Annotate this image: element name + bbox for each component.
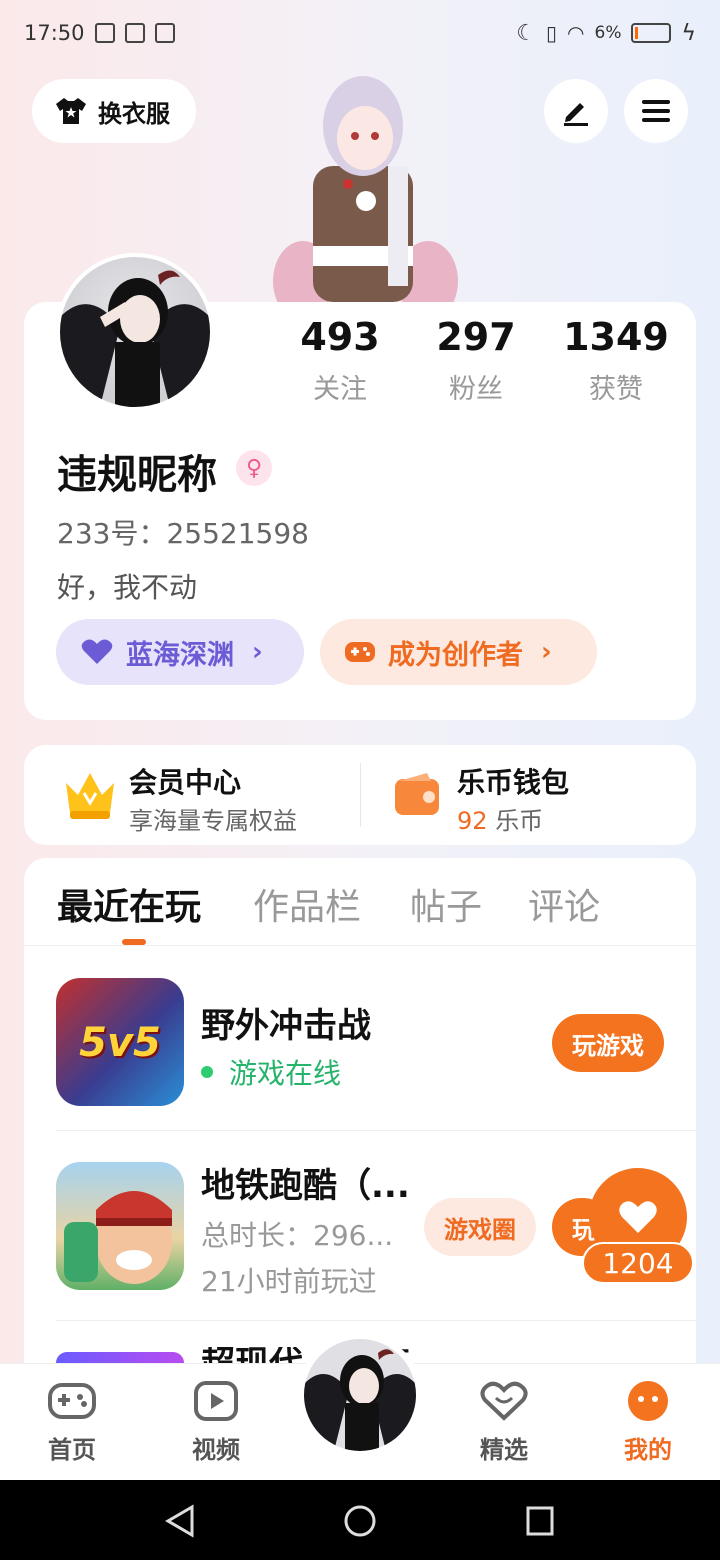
battery-saver-icon xyxy=(124,23,145,43)
heart-icon xyxy=(81,639,113,664)
tab-posts[interactable]: 帖子 xyxy=(410,878,482,930)
chevron-right-icon: › xyxy=(541,637,552,667)
wallet-icon xyxy=(395,773,439,815)
user-id[interactable]: 233号：25521598 xyxy=(57,512,309,552)
back-icon[interactable] xyxy=(164,1504,196,1538)
crown-icon xyxy=(66,773,114,819)
battery-icon xyxy=(631,23,672,43)
edit-button[interactable] xyxy=(544,79,608,143)
like-count: 1204 xyxy=(582,1242,694,1284)
heart-chat-icon xyxy=(480,1381,528,1421)
profile-face-icon xyxy=(628,1381,668,1421)
heart-icon xyxy=(619,1201,657,1233)
gamepad-icon xyxy=(345,642,375,662)
play-game-button[interactable]: 玩游戏 xyxy=(552,1014,664,1072)
nav-avatar-button[interactable] xyxy=(298,1333,422,1463)
member-center-title: 会员中心 xyxy=(129,766,242,799)
member-center-entry[interactable]: 会员中心 享海量专属权益 xyxy=(24,745,360,845)
game-circle-button[interactable]: 游戏圈 xyxy=(424,1198,536,1256)
vibrate-icon: ▯ xyxy=(546,21,558,45)
chevron-right-icon: › xyxy=(252,637,263,667)
change-outfit-label: 换衣服 xyxy=(98,99,170,128)
game-icon-label: 5v5 xyxy=(79,1020,161,1066)
stat-following-label: 关注 xyxy=(313,374,367,405)
menu-icon xyxy=(642,100,670,122)
stat-following-value: 493 xyxy=(300,315,380,359)
bio: 好，我不动 xyxy=(57,571,198,604)
game-title: 地铁跑酷（... xyxy=(201,1166,410,1206)
stat-likes-label: 获赞 xyxy=(589,374,643,405)
game-duration: 总时长：296... xyxy=(201,1219,394,1252)
game-last-played: 21小时前玩过 xyxy=(201,1265,377,1298)
game-icon-partial[interactable] xyxy=(56,1352,184,1363)
content-card xyxy=(24,858,696,1378)
wallet-unit: 乐币 xyxy=(495,807,544,835)
row-divider xyxy=(56,1320,696,1321)
nav-video-label: 视频 xyxy=(192,1436,240,1464)
change-outfit-button[interactable]: 换衣服 xyxy=(32,79,196,143)
video-icon xyxy=(194,1381,238,1421)
gallery-icon xyxy=(94,23,115,43)
member-center-subtitle: 享海量专属权益 xyxy=(129,807,297,835)
nav-mine-label: 我的 xyxy=(624,1436,672,1464)
status-time: 17:50 xyxy=(24,21,85,45)
status-right: ☾ ▯ ◠ 6% ϟ xyxy=(516,21,696,46)
wallet-entry[interactable]: 乐币钱包 92 乐币 xyxy=(361,745,696,845)
wallet-amount: 92 xyxy=(457,807,488,835)
pen-icon xyxy=(564,103,588,126)
game-title: 野外冲击战 xyxy=(201,1006,371,1046)
wifi-icon: ◠ xyxy=(567,21,585,45)
tab-comments[interactable]: 评论 xyxy=(528,878,600,930)
shirt-icon xyxy=(54,96,88,126)
nav-featured[interactable]: 精选 xyxy=(459,1380,549,1465)
game-icon-subway-surfers[interactable] xyxy=(56,1162,184,1290)
wallet-balance: 92 乐币 xyxy=(457,801,543,836)
stat-fans-label: 粉丝 xyxy=(449,374,503,405)
nav-mine[interactable]: 我的 xyxy=(603,1380,693,1465)
become-creator-label: 成为创作者 xyxy=(388,639,523,671)
moon-icon: ☾ xyxy=(516,20,537,46)
vip-card: 会员中心 享海量专属权益 乐币钱包 92 乐币 xyxy=(24,745,696,845)
nav-video[interactable]: 视频 xyxy=(171,1380,261,1465)
stat-following[interactable]: 493 关注 xyxy=(270,315,410,406)
status-bar: 17:50 ☾ ▯ ◠ 6% ϟ xyxy=(0,0,720,66)
row-divider xyxy=(56,1130,696,1131)
menu-button[interactable] xyxy=(624,79,688,143)
game-status: 游戏在线 xyxy=(201,1052,341,1092)
recents-icon[interactable] xyxy=(524,1504,556,1538)
stat-likes[interactable]: 1349 获赞 xyxy=(546,315,686,406)
nav-home-label: 首页 xyxy=(48,1436,96,1464)
level-pill-label: 蓝海深渊 xyxy=(126,639,234,671)
battery-percent: 6% xyxy=(594,23,622,43)
home-icon[interactable] xyxy=(343,1504,377,1538)
nav-featured-label: 精选 xyxy=(480,1436,528,1464)
stat-fans-value: 297 xyxy=(436,315,516,359)
tab-works[interactable]: 作品栏 xyxy=(253,878,361,930)
avatar-3d-character[interactable] xyxy=(268,66,458,321)
profile-avatar[interactable] xyxy=(56,253,214,411)
tab-recent-played[interactable]: 最近在玩 xyxy=(57,878,201,930)
online-dot-icon xyxy=(201,1066,213,1078)
game-status-label: 游戏在线 xyxy=(229,1057,342,1090)
stat-likes-value: 1349 xyxy=(563,315,669,359)
notification-icon xyxy=(154,23,175,43)
tab-divider xyxy=(24,945,696,946)
avatar-image xyxy=(60,257,210,407)
nickname: 违规昵称 xyxy=(57,452,217,498)
nav-avatar-image xyxy=(304,1339,416,1451)
game-icon-wild-shock[interactable]: 5v5 xyxy=(56,978,184,1106)
wallet-title: 乐币钱包 xyxy=(457,766,570,799)
gamepad-icon xyxy=(48,1383,96,1419)
level-pill-button[interactable]: 蓝海深渊 › xyxy=(56,619,304,685)
system-nav-bar xyxy=(0,1480,720,1560)
gender-female-icon: ♀ xyxy=(236,450,272,486)
nav-home[interactable]: 首页 xyxy=(27,1380,117,1465)
stat-fans[interactable]: 297 粉丝 xyxy=(406,315,546,406)
become-creator-button[interactable]: 成为创作者 › xyxy=(320,619,597,685)
charging-icon: ϟ xyxy=(681,20,696,46)
status-left: 17:50 xyxy=(24,21,175,45)
